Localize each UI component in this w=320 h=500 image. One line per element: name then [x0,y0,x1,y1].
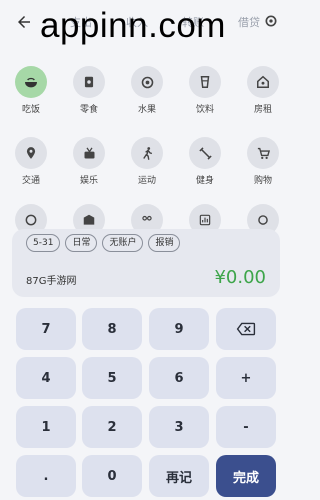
key-backspace[interactable] [216,308,276,350]
key-4[interactable]: 4 [16,357,76,399]
back-button[interactable] [10,8,38,36]
date-chip[interactable]: 5-31 [26,234,61,252]
key-0[interactable]: 0 [82,455,142,497]
key-dot[interactable]: . [16,455,76,497]
watermark: appinn.com [40,6,226,45]
key-3[interactable]: 3 [149,406,209,448]
category-rent[interactable]: 房租 [234,66,292,122]
key-7[interactable]: 7 [16,308,76,350]
key-5[interactable]: 5 [82,357,142,399]
category-label: 房租 [253,105,272,115]
entry-chips: 5-31 日常 无账户 报销 [26,234,185,252]
key-6[interactable]: 6 [149,357,209,399]
book-chip[interactable]: 日常 [65,234,98,252]
category-label: 零食 [79,105,98,115]
fitness-icon [198,146,212,160]
category-icon-bg [73,137,105,169]
category-transport[interactable]: 交通 [2,137,60,193]
category-eat[interactable]: 吃饭 [2,66,60,122]
drink-icon [200,76,210,88]
running-icon [142,146,152,160]
key-minus[interactable]: - [216,406,276,448]
key-plus[interactable]: + [216,357,276,399]
category-label: 饮料 [195,105,214,115]
backspace-icon [236,322,256,336]
category-label: 娱乐 [79,176,98,186]
category-icon-bg [247,66,279,98]
arrow-left-icon [18,16,30,28]
category-icon-bg [15,66,47,98]
category-snack[interactable]: 零食 [60,66,118,122]
category-icon-bg [189,66,221,98]
note-field[interactable]: 87G手游网 [26,272,76,287]
category-label: 健身 [195,176,214,186]
category-icon-bg [131,137,163,169]
category-fitness[interactable]: 健身 [176,137,234,193]
category-icon-bg [247,137,279,169]
entry-panel: 5-31 日常 无账户 报销 87G手游网 ¥0.00 [12,229,280,297]
snack-icon [84,76,94,88]
header: 支出 收入 转账 借贷 appinn.com [0,0,292,48]
cog-icon [258,215,268,225]
location-icon [26,147,36,159]
category-sport[interactable]: 运动 [118,137,176,193]
category-entertainment[interactable]: 娱乐 [60,137,118,193]
category-icon-bg [15,137,47,169]
category-icon-bg [73,66,105,98]
key-8[interactable]: 8 [82,308,142,350]
category-label: 水果 [137,105,156,115]
bowl-icon [25,77,37,88]
chart-icon [199,214,211,226]
category-label: 购物 [253,176,272,186]
category-icon-bg [189,137,221,169]
cart-icon [257,147,270,159]
key-2[interactable]: 2 [82,406,142,448]
fruit-icon [141,76,153,88]
amount-display: ¥0.00 [214,267,266,288]
house-icon [257,75,269,88]
done-button[interactable]: 完成 [216,455,276,497]
category-label: 吃饭 [21,105,40,115]
category-fruit[interactable]: 水果 [118,66,176,122]
category-label: 交通 [21,176,40,186]
category-label: 运动 [137,176,156,186]
key-9[interactable]: 9 [149,308,209,350]
key-1[interactable]: 1 [16,406,76,448]
category-icon-bg [131,66,163,98]
save-and-new-button[interactable]: 再记 [149,455,209,497]
keypad: 7 8 9 4 5 6 + 1 2 3 - . 0 再记 完成 [0,305,292,500]
aperture-icon [25,214,37,226]
entertainment-icon [84,147,94,158]
book-icon [83,214,95,225]
category-shopping[interactable]: 购物 [234,137,292,193]
reimburse-chip[interactable]: 报销 [148,234,181,252]
category-drink[interactable]: 饮料 [176,66,234,122]
account-chip[interactable]: 无账户 [102,234,144,252]
people-icon [142,215,152,221]
